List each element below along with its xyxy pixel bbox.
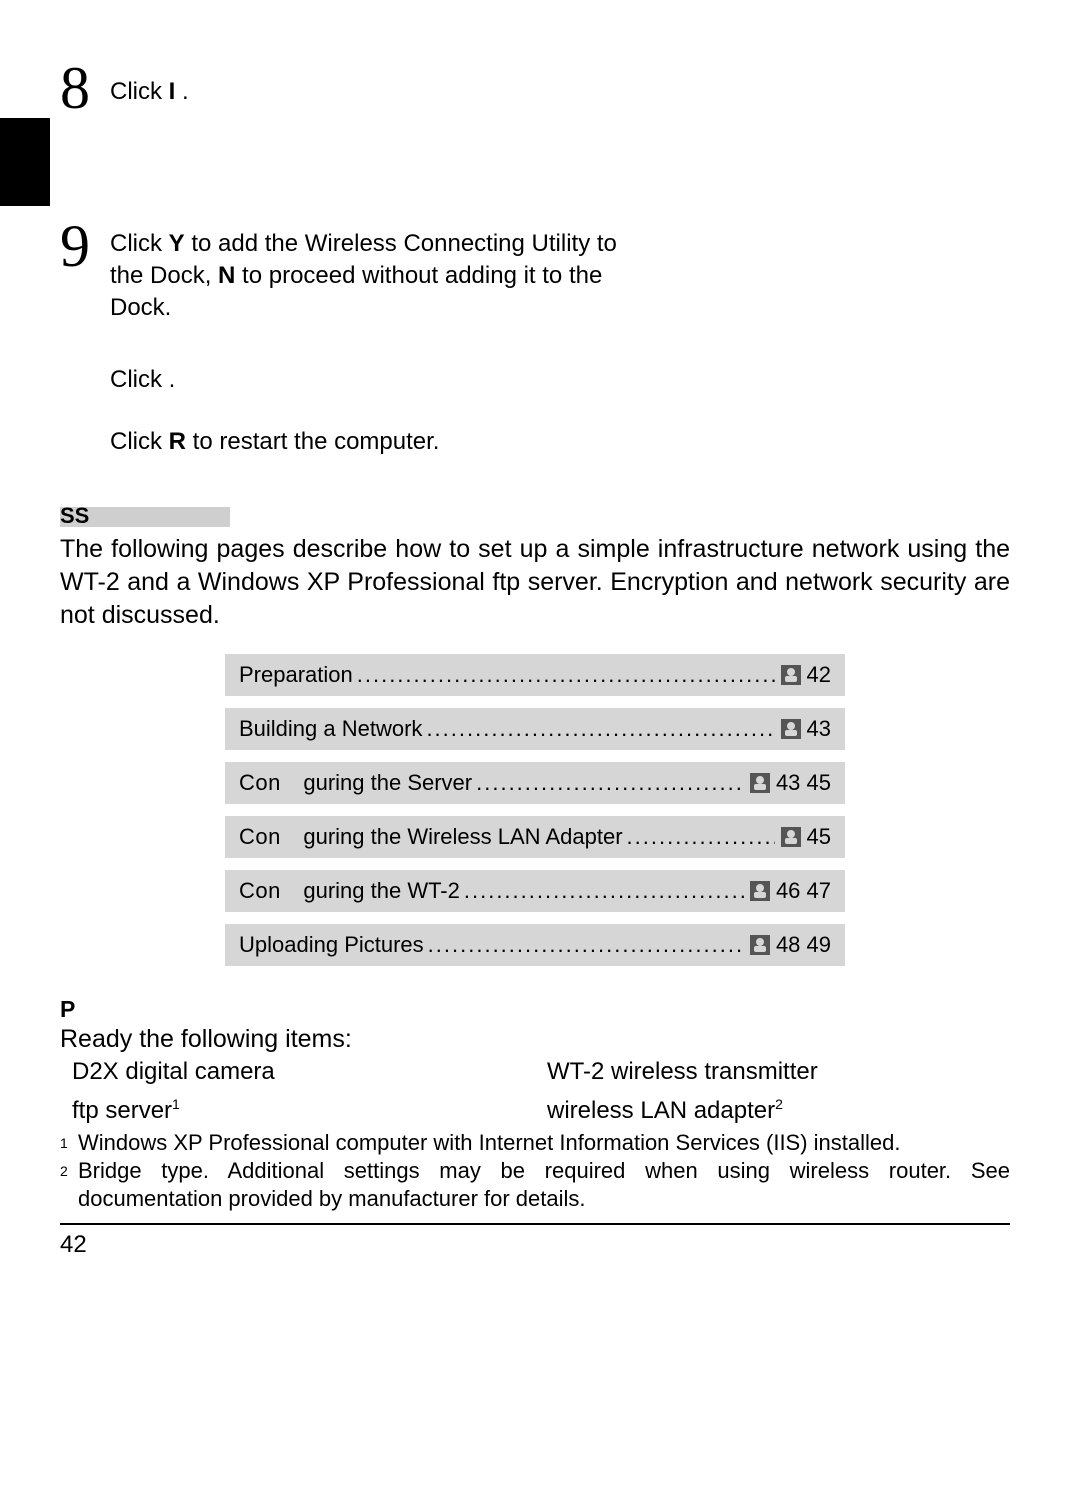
footnote-text: Windows XP Professional computer with In…: [78, 1129, 1010, 1157]
heading-text: SS: [60, 503, 89, 528]
toc-label: guring the Wireless LAN Adapter: [303, 824, 622, 850]
toc-row: Preparation.............................…: [225, 654, 845, 696]
toc-page: 45: [807, 824, 831, 850]
text: to add the Wireless Connecting Utility t…: [185, 230, 617, 257]
toc-dots: ........................................…: [627, 824, 775, 850]
toc-prefix: Con: [239, 878, 303, 904]
text: Click: [110, 428, 169, 455]
paragraph-restart: Click R to restart the computer.: [110, 426, 1010, 458]
toc-dots: ........................................…: [476, 770, 744, 796]
toc-label: guring the WT-2: [303, 878, 460, 904]
camera-icon: [781, 827, 801, 847]
text: wireless LAN adapter: [547, 1097, 775, 1124]
side-tab: [0, 118, 50, 206]
toc-row: Con guring the Wireless LAN Adapter ....…: [225, 816, 845, 858]
bold-text: Y: [169, 230, 185, 257]
camera-icon: [781, 665, 801, 685]
text: Click: [110, 78, 169, 105]
toc-dots: ........................................…: [428, 932, 744, 958]
bold-text: R: [169, 428, 186, 455]
toc-row: Uploading Pictures......................…: [225, 924, 845, 966]
text: Click: [110, 230, 169, 257]
toc-label: Preparation: [239, 662, 353, 688]
toc-label: Building a Network: [239, 716, 422, 742]
text: to proceed without adding it to the: [235, 262, 602, 289]
text: the Dock,: [110, 262, 218, 289]
sub-heading: P: [60, 996, 1010, 1023]
list-item: D2X digital camera: [72, 1056, 535, 1088]
step-number: 8: [60, 58, 90, 118]
toc-dots: ........................................…: [464, 878, 744, 904]
toc-page: 48 49: [776, 932, 831, 958]
superscript: 1: [172, 1096, 180, 1112]
text: ftp server: [72, 1097, 172, 1124]
footnote-1: 1 Windows XP Professional computer with …: [60, 1129, 1010, 1157]
toc-page: 43: [807, 716, 831, 742]
toc-prefix: Con: [239, 770, 303, 796]
step-9-text: Click Y to add the Wireless Connecting U…: [98, 228, 670, 324]
footnotes: 1 Windows XP Professional computer with …: [60, 1129, 1010, 1213]
step-number: 9: [60, 216, 90, 276]
item-column-right: WT-2 wireless transmitter wireless LAN a…: [535, 1056, 1010, 1127]
camera-icon: [750, 773, 770, 793]
camera-icon: [781, 719, 801, 739]
footnote-2: 2 Bridge type. Additional settings may b…: [60, 1157, 1010, 1213]
manual-page: 8 Click I . 9 Click Y to add the Wireles…: [0, 0, 1080, 1486]
step-8: 8 Click I .: [98, 70, 1010, 108]
toc-label: guring the Server: [303, 770, 472, 796]
horizontal-rule: [60, 1223, 1010, 1225]
toc-prefix: Con: [239, 824, 303, 850]
toc-page: 46 47: [776, 878, 831, 904]
preparation-line: Ready the following items:: [60, 1023, 1010, 1056]
step-8-text: Click I .: [98, 70, 1010, 108]
paragraph-click: Click .: [110, 364, 1010, 396]
page-number: 42: [60, 1231, 1010, 1259]
item-column-left: D2X digital camera ftp server1: [60, 1056, 535, 1127]
footnote-text: Bridge type. Additional settings may be …: [78, 1157, 1010, 1213]
step-9: 9 Click Y to add the Wireless Connecting…: [98, 228, 1010, 324]
table-of-contents: Preparation.............................…: [225, 654, 845, 966]
toc-dots: ........................................…: [426, 716, 774, 742]
camera-icon: [750, 935, 770, 955]
text: .: [175, 78, 188, 105]
camera-icon: [750, 881, 770, 901]
list-item: ftp server1: [72, 1088, 535, 1127]
section-paragraph: The following pages describe how to set …: [60, 533, 1010, 632]
section-heading: SS: [60, 503, 1010, 529]
toc-label: Uploading Pictures: [239, 932, 424, 958]
toc-row: Con guring the Server ..................…: [225, 762, 845, 804]
bold-text: N: [218, 262, 235, 289]
list-item: WT-2 wireless transmitter: [547, 1056, 1010, 1088]
list-item: wireless LAN adapter2: [547, 1088, 1010, 1127]
item-columns: D2X digital camera ftp server1 WT-2 wire…: [60, 1056, 1010, 1127]
toc-page: 43 45: [776, 770, 831, 796]
text: to restart the computer.: [186, 428, 439, 455]
text: Dock.: [110, 294, 171, 321]
toc-row: Con guring the WT-2.....................…: [225, 870, 845, 912]
toc-dots: ........................................…: [357, 662, 775, 688]
toc-page: 42: [807, 662, 831, 688]
footnote-mark: 1: [60, 1129, 78, 1157]
footnote-mark: 2: [60, 1157, 78, 1213]
superscript: 2: [775, 1096, 783, 1112]
toc-row: Building a Network......................…: [225, 708, 845, 750]
